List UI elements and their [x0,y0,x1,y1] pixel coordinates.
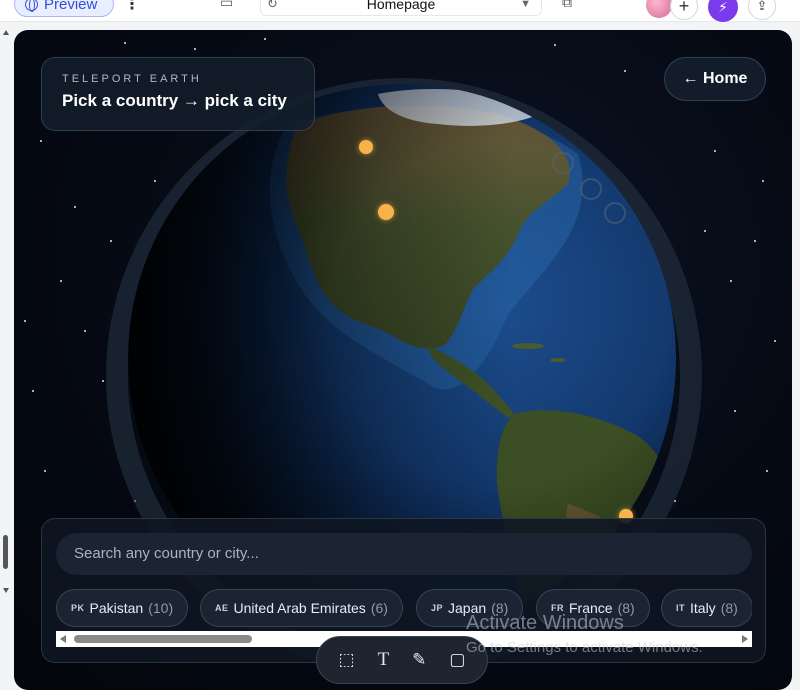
home-button[interactable]: ← Home [664,57,766,101]
bolt-icon[interactable]: ⚡ [708,0,738,22]
globe-icon [25,0,38,12]
country-chip-uae[interactable]: AE United Arab Emirates (6) [200,589,403,627]
refresh-icon[interactable]: ↻ [267,0,278,15]
star [704,230,706,232]
star [44,470,46,472]
city-count: (8) [720,600,738,616]
country-name: United Arab Emirates [233,600,366,616]
star [194,48,196,50]
comment-icon[interactable]: ▢ [449,650,465,670]
city-count: (6) [370,600,388,616]
pencil-icon[interactable]: ✎ [412,650,426,670]
star [60,280,62,282]
star [734,410,736,412]
watermark-title: Activate Windows [466,612,624,634]
hidden-city-marker[interactable] [552,152,574,174]
star [774,340,776,342]
add-button[interactable]: + [670,0,698,20]
chevron-down-icon: ▼ [520,0,531,10]
scrollbar-thumb[interactable] [3,535,8,569]
star [84,330,86,332]
star [102,380,104,382]
page-title: Pick a country → pick a city [62,91,287,110]
star [32,390,34,392]
star [124,42,126,44]
country-code: PK [71,603,85,613]
star [730,280,732,282]
app-eyebrow: TELEPORT EARTH [62,73,202,85]
hidden-city-marker[interactable] [580,178,602,200]
earth-canvas[interactable]: TELEPORT EARTH Pick a country → pick a c… [14,30,792,690]
country-code: JP [431,603,444,613]
star [766,470,768,472]
hidden-city-marker[interactable] [604,202,626,224]
city-marker[interactable] [378,204,394,220]
city-marker[interactable] [359,140,373,154]
search-input[interactable] [56,533,752,575]
country-chip-pakistan[interactable]: PK Pakistan (10) [56,589,189,627]
city-count: (10) [148,600,174,616]
star [264,38,266,40]
watermark-subtitle: Go to Settings to activate Windows. [466,639,703,656]
scroll-down-icon[interactable] [3,588,9,593]
star [74,206,76,208]
preview-button[interactable]: Preview [14,0,114,17]
title-card: TELEPORT EARTH Pick a country → pick a c… [41,57,315,131]
scroll-left-icon[interactable] [60,635,66,643]
star [762,180,764,182]
editor-topbar: Preview ⋮ ▭ ↻ Homepage ▼ ⧉ + ⚡ ⇪ [0,0,800,22]
activation-watermark: Activate Windows Go to Settings to activ… [466,612,703,656]
star [24,320,26,322]
scrollbar-thumb[interactable] [74,635,252,643]
select-cursor-icon[interactable]: ⬚ [339,650,355,670]
more-options-icon[interactable]: ⋮ [124,0,140,14]
star [754,240,756,242]
scroll-right-icon[interactable] [742,635,748,643]
open-external-icon[interactable]: ⧉ [562,0,572,11]
preview-label: Preview [44,0,98,13]
share-icon[interactable]: ⇪ [748,0,776,20]
page-name: Homepage [366,0,436,12]
scroll-up-icon[interactable] [3,30,9,35]
desktop-icon[interactable]: ▭ [220,0,233,11]
star [554,44,556,46]
vertical-scrollbar[interactable] [0,22,12,679]
avatar[interactable] [646,0,672,18]
star [624,70,626,72]
country-code: AE [215,603,229,613]
star [40,140,42,142]
country-name: Pakistan [89,600,144,616]
text-tool-icon[interactable]: T [378,649,390,671]
star [714,150,716,152]
floating-toolbar: ⬚ T ✎ ▢ [316,636,488,684]
page-selector[interactable]: ↻ Homepage ▼ [260,0,542,16]
